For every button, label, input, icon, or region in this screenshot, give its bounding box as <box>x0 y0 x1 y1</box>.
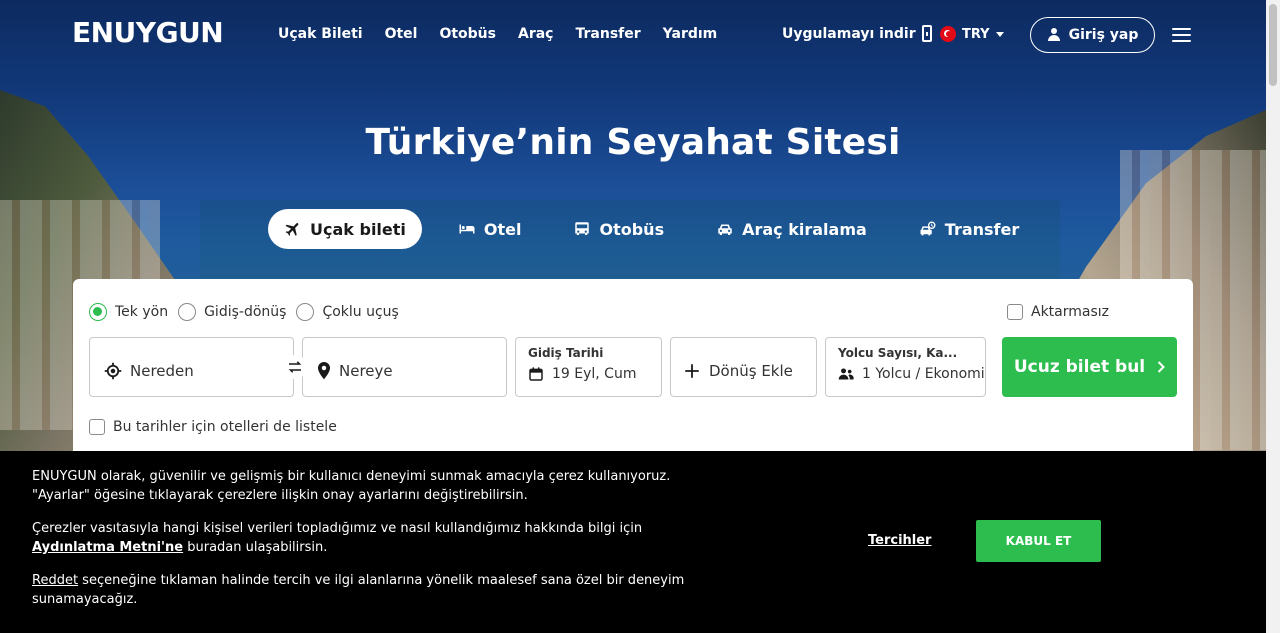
location-pin-icon <box>318 362 330 380</box>
nav-otobus[interactable]: Otobüs <box>439 26 496 42</box>
nav-transfer[interactable]: Transfer <box>576 26 641 42</box>
trip-type-one-way[interactable]: Tek yön <box>89 303 168 321</box>
to-placeholder: Nereye <box>339 362 393 380</box>
product-tabs: Uçak bileti Otel Otobüs Araç kiralama Tr… <box>268 209 1035 249</box>
privacy-notice-link[interactable]: Aydınlatma Metni'ne <box>32 540 183 555</box>
site-header: ENUYGUN Uçak Bileti Otel Otobüs Araç Tra… <box>0 0 1266 70</box>
cookie-preferences-link[interactable]: Tercihler <box>868 531 931 550</box>
trip-type-label: Gidiş-dönüş <box>204 304 287 320</box>
nav-yardim[interactable]: Yardım <box>663 26 718 42</box>
swap-arrows-icon <box>288 361 302 373</box>
bus-icon <box>575 222 590 235</box>
transfer-icon <box>920 221 936 236</box>
tab-otobus[interactable]: Otobüs <box>557 209 680 249</box>
trip-type-label: Çoklu uçuş <box>322 304 399 320</box>
trip-type-round-trip[interactable]: Gidiş-dönüş <box>178 303 286 321</box>
reject-link[interactable]: Reddet <box>32 573 78 588</box>
radio-unchecked[interactable] <box>296 303 315 321</box>
search-button-label: Ucuz bilet bul <box>1013 357 1146 377</box>
enuygun-logo[interactable]: ENUYGUN <box>72 16 224 49</box>
cookie-text-1: ENUYGUN olarak, güvenilir ve gelişmiş bi… <box>32 469 671 503</box>
departure-date-field[interactable]: Gidiş Tarihi 19 Eyl, Cum <box>515 337 662 397</box>
from-field[interactable]: Nereden <box>89 337 294 397</box>
tab-label: Uçak bileti <box>310 219 406 239</box>
tab-transfer[interactable]: Transfer <box>903 209 1035 249</box>
checkbox[interactable] <box>1007 304 1023 320</box>
checkbox[interactable] <box>89 419 105 435</box>
swap-button[interactable] <box>283 355 307 379</box>
tab-label: Otobüs <box>599 219 665 239</box>
main-nav: Uçak Bileti Otel Otobüs Araç Transfer Ya… <box>278 26 739 42</box>
passenger-field[interactable]: Yolcu Sayısı, Ka... 1 Yolcu / Ekonomi <box>825 337 986 397</box>
currency-label: TRY <box>962 26 990 42</box>
page-scrollbar[interactable] <box>1266 0 1280 633</box>
return-label: Dönüş Ekle <box>709 362 793 380</box>
to-field[interactable]: Nereye <box>302 337 507 397</box>
accept-cookies-button[interactable]: KABUL ET <box>976 520 1101 562</box>
tab-label: Otel <box>483 219 522 239</box>
app-download-link[interactable]: Uygulamayı indir <box>782 25 932 42</box>
cookie-text-2: Çerezler vasıtasıyla hangi kişisel veril… <box>32 519 692 557</box>
chevron-down-icon <box>995 31 1004 37</box>
plane-icon <box>285 223 299 236</box>
cookie-text-2-post: buradan ulaşabilirsin. <box>183 540 328 555</box>
plus-icon <box>685 364 699 378</box>
flight-search-card: Tek yön Gidiş-dönüş Çoklu uçuş Aktarması… <box>73 279 1193 479</box>
hamburger-menu-icon[interactable] <box>1172 28 1191 42</box>
tab-arac-kiralama[interactable]: Araç kiralama <box>700 209 883 249</box>
app-download-label: Uygulamayı indir <box>782 25 916 42</box>
nav-arac[interactable]: Araç <box>518 26 554 42</box>
nonstop-label: Aktarmasız <box>1031 304 1110 320</box>
passengers-icon <box>838 368 854 380</box>
passenger-label: Yolcu Sayısı, Ka... <box>838 346 958 360</box>
location-target-icon <box>104 362 122 380</box>
login-button[interactable]: Giriş yap <box>1030 17 1155 53</box>
calendar-icon <box>529 367 543 381</box>
tab-label: Araç kiralama <box>742 219 867 239</box>
phone-icon <box>921 25 932 42</box>
search-flights-button[interactable]: Ucuz bilet bul <box>1002 337 1177 397</box>
turkey-flag-icon <box>940 26 956 42</box>
cookie-text-3-post: seçeneğine tıklaman halinde tercih ve il… <box>32 573 685 607</box>
tab-otel[interactable]: Otel <box>442 209 538 249</box>
page-title: Türkiye’nin Seyahat Sitesi <box>365 122 901 163</box>
trip-type-multi-city[interactable]: Çoklu uçuş <box>296 303 399 321</box>
trip-type-label: Tek yön <box>115 304 169 320</box>
car-icon <box>718 224 732 235</box>
bed-icon <box>459 224 475 234</box>
user-icon <box>1047 28 1061 42</box>
from-placeholder: Nereden <box>130 362 194 380</box>
scrollbar-thumb[interactable] <box>1269 4 1277 86</box>
cookie-consent-banner: ENUYGUN olarak, güvenilir ve gelişmiş bi… <box>0 451 1266 633</box>
departure-label: Gidiş Tarihi <box>528 346 604 360</box>
cookie-text-2-pre: Çerezler vasıtasıyla hangi kişisel veril… <box>32 521 643 536</box>
departure-value: 19 Eyl, Cum <box>552 366 637 382</box>
login-label: Giriş yap <box>1068 27 1139 43</box>
tab-ucak-bileti[interactable]: Uçak bileti <box>268 209 422 249</box>
passenger-value: 1 Yolcu / Ekonomi <box>862 366 985 382</box>
radio-unchecked[interactable] <box>178 303 197 321</box>
return-date-field[interactable]: Dönüş Ekle <box>670 337 817 397</box>
tab-label: Transfer <box>944 219 1020 239</box>
nav-otel[interactable]: Otel <box>385 26 418 42</box>
hotel-list-label: Bu tarihler için otelleri de listele <box>113 419 337 435</box>
currency-selector[interactable]: TRY <box>940 26 1004 42</box>
chevron-right-icon <box>1157 361 1166 373</box>
trip-type-group: Tek yön Gidiş-dönüş Çoklu uçuş <box>89 303 409 321</box>
radio-checked[interactable] <box>89 303 107 321</box>
nav-ucak-bileti[interactable]: Uçak Bileti <box>278 26 363 42</box>
cookie-text-3: Reddet seçeneğine tıklaman halinde terci… <box>32 571 692 609</box>
nonstop-checkbox[interactable]: Aktarmasız <box>1007 304 1109 320</box>
list-hotels-checkbox[interactable]: Bu tarihler için otelleri de listele <box>89 419 337 435</box>
